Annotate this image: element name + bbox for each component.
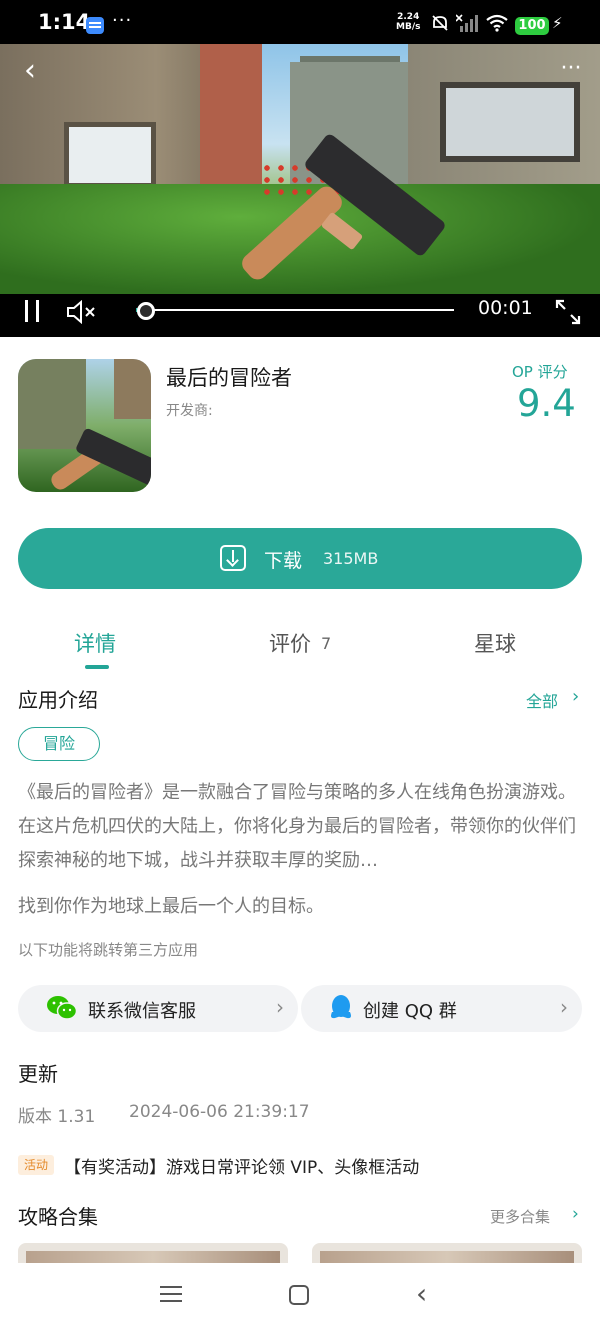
wifi-icon [486,14,508,32]
genre-tag[interactable]: 冒险 [18,727,100,761]
wechat-icon [47,996,78,1020]
back-icon[interactable]: ‹ [24,56,50,86]
active-tab-indicator [85,665,109,669]
signal-icon [456,14,478,32]
video-player[interactable]: ‹ ··· 00:01 [0,44,600,337]
wechat-support-button[interactable]: 联系微信客服 › [18,985,298,1032]
app-description: 《最后的冒险者》是一款融合了冒险与策略的多人在线角色扮演游戏。在这片危机四伏的大… [18,782,576,871]
battery-icon: 100 [515,17,549,35]
back-nav-icon[interactable]: ‹ [416,1277,427,1310]
wechat-support-label: 联系微信客服 [88,1001,196,1022]
create-qq-group-button[interactable]: 创建 QQ 群 › [301,985,582,1032]
elapsed-time: 00:01 [478,297,533,319]
status-bar: 1:14 ··· 2.24 MB/s 100 ⚡ [0,0,600,44]
home-icon[interactable] [289,1285,309,1305]
mute-icon[interactable] [66,300,98,324]
menu-icon[interactable] [160,1284,184,1304]
update-title: 更新 [18,1062,58,1086]
tab-planet[interactable]: 星球 [474,628,516,658]
bell-muted-icon [432,15,448,31]
network-speed: 2.24 MB/s [396,12,420,32]
progress-bar[interactable] [136,308,454,312]
video-frame [0,44,600,294]
chevron-right-icon: › [560,995,568,1019]
download-button[interactable]: 下载 315MB [18,528,582,589]
download-label: 下载 [264,550,303,572]
guides-title: 攻略合集 [18,1205,98,1229]
tab-details[interactable]: 详情 [74,628,116,658]
tab-reviews[interactable]: 评价 [269,628,311,658]
video-controls: 00:01 [0,294,600,337]
status-time: 1:14 [38,10,91,34]
version-label: 版本 1.31 [18,1107,96,1127]
charging-icon: ⚡ [552,14,563,32]
app-description-extra: 找到你作为地球上最后一个人的目标。 [18,896,324,917]
chevron-right-icon[interactable]: › [572,1204,579,1224]
intro-title: 应用介绍 [18,688,98,712]
rating-value: 9.4 [517,382,576,425]
navigation-bar: ‹ [0,1263,600,1333]
more-icon[interactable]: ··· [556,58,586,84]
app-icon [18,359,151,492]
rating-label: OP 评分 [512,363,568,381]
notification-app-icon [86,17,104,34]
chevron-right-icon[interactable]: › [572,686,579,707]
download-size: 315MB [323,549,379,568]
activity-link[interactable]: 【有奖活动】游戏日常评论领 VIP、头像框活动 [64,1153,419,1178]
chevron-right-icon: › [276,995,284,1019]
progress-knob[interactable] [136,302,155,320]
network-speed-value: 2.24 [397,12,420,22]
status-more-notifications: ··· [112,10,133,31]
see-all-link[interactable]: 全部 [526,688,558,712]
app-title: 最后的冒险者 [166,366,292,390]
create-qq-group-label: 创建 QQ 群 [363,1001,457,1022]
third-party-note: 以下功能将跳转第三方应用 [18,941,199,959]
update-date: 2024-06-06 21:39:17 [129,1102,310,1122]
download-icon [220,545,246,571]
developer-label: 开发商: [166,403,213,419]
fullscreen-icon[interactable] [554,298,582,326]
pause-icon[interactable] [22,300,42,322]
activity-badge: 活动 [18,1155,54,1175]
tab-reviews-count: 7 [321,634,332,653]
more-guides-link[interactable]: 更多合集 [490,1206,550,1227]
qq-icon [331,995,351,1019]
network-speed-unit: MB/s [396,22,421,32]
